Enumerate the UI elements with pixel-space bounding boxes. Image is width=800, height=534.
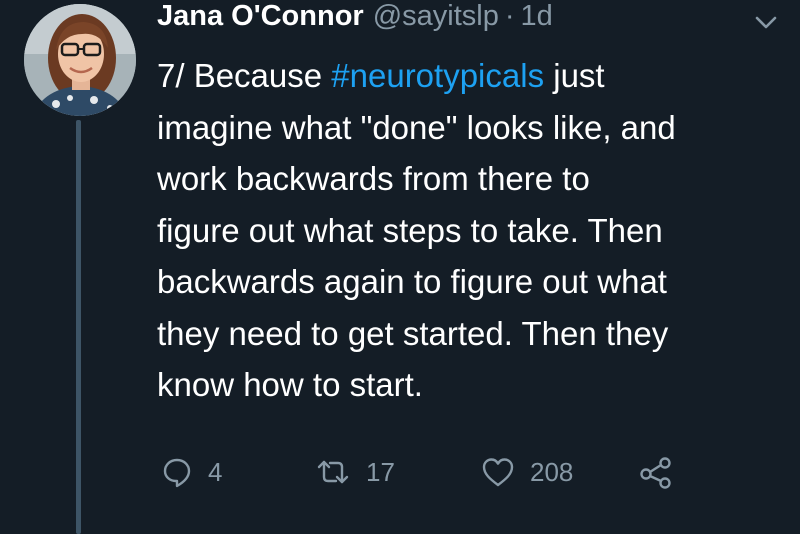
share-icon [638, 455, 674, 489]
thread-connector-line [76, 120, 81, 534]
tweet-text-line: work backwards from there to [157, 160, 590, 197]
display-name[interactable]: Jana O'Connor [157, 0, 364, 33]
hashtag-link[interactable]: #neurotypicals [331, 57, 544, 94]
timestamp[interactable]: 1d [521, 0, 553, 33]
like-count: 208 [530, 456, 574, 487]
tweet-text: 7/ Because #neurotypicals just imagine w… [157, 50, 787, 411]
retweet-button[interactable]: 17 [314, 452, 395, 492]
tweet-text-line: imagine what "done" looks like, and [157, 108, 676, 146]
tweet-card[interactable]: Jana O'Connor @sayitslp · 1d 7/ Because … [0, 0, 800, 534]
tweet-text-line: backwards again to figure out what [157, 263, 667, 300]
separator-dot: · [504, 0, 515, 32]
heart-icon [480, 455, 516, 489]
reply-button[interactable]: 4 [160, 452, 222, 492]
share-button[interactable] [638, 452, 674, 492]
tweet-text-segment: just [544, 57, 605, 94]
tweet-text-line: know how to start. [157, 366, 423, 403]
user-handle[interactable]: @sayitslp [373, 0, 499, 33]
like-button[interactable]: 208 [480, 452, 573, 492]
tweet-text-line: 7/ Because #neurotypicals just [157, 50, 787, 102]
reply-count: 4 [208, 456, 223, 487]
retweet-count: 17 [366, 456, 395, 487]
reply-icon [160, 455, 194, 489]
tweet-text-line: they need to get started. Then they [157, 314, 669, 352]
retweet-icon [314, 455, 352, 489]
avatar[interactable] [24, 4, 136, 116]
chevron-down-icon[interactable] [752, 12, 780, 32]
tweet-text-line: figure out what steps to take. Then [157, 211, 663, 249]
tweet-text-segment: 7/ Because [157, 57, 332, 94]
tweet-header: Jana O'Connor @sayitslp · 1d [157, 0, 553, 40]
